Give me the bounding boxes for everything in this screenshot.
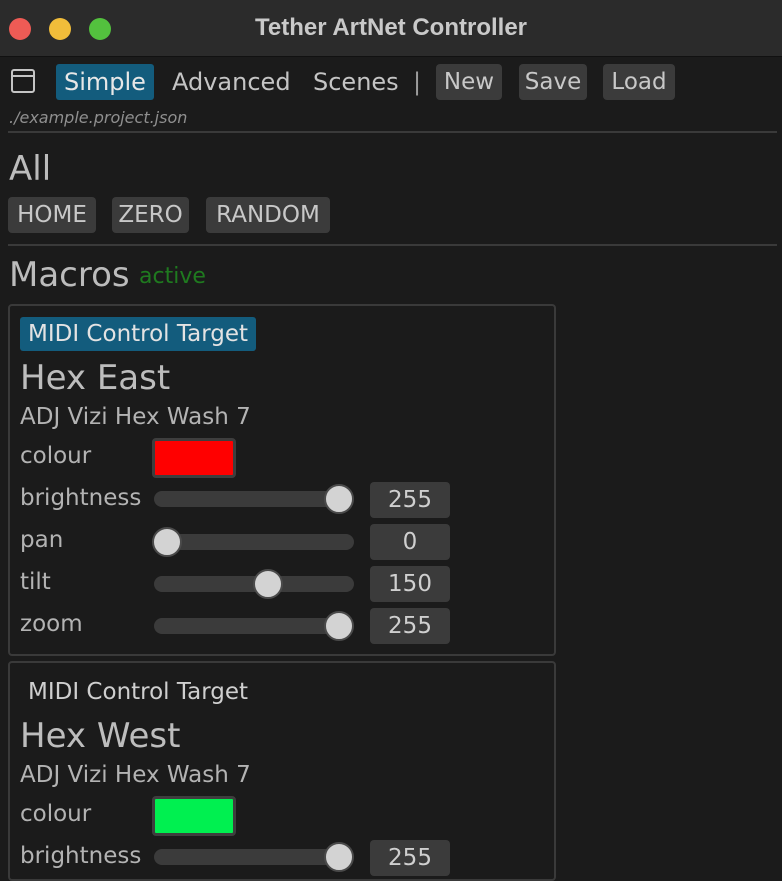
midi-control-target-toggle[interactable]: MIDI Control Target <box>20 317 257 351</box>
zoom-label: zoom <box>20 611 83 637</box>
device-panel <box>8 304 556 656</box>
macros-status: active <box>139 264 206 289</box>
tab-advanced[interactable]: Advanced <box>164 64 299 100</box>
tab-simple[interactable]: Simple <box>56 64 154 100</box>
device-name: Hex West <box>20 716 181 756</box>
tilt-slider-handle[interactable] <box>253 569 283 599</box>
zoom-value[interactable]: 255 <box>370 608 450 644</box>
device-model: ADJ Vizi Hex Wash 7 <box>20 762 251 788</box>
divider <box>8 131 777 133</box>
window-title: Tether ArtNet Controller <box>254 14 527 41</box>
device-name: Hex East <box>20 358 171 398</box>
brightness-value[interactable]: 255 <box>370 840 450 876</box>
title-bar: Tether ArtNet Controller <box>0 0 782 57</box>
midi-control-target-toggle[interactable]: MIDI Control Target <box>20 675 256 709</box>
window-icon[interactable] <box>11 69 35 93</box>
zero-button[interactable]: ZERO <box>112 197 189 233</box>
brightness-label: brightness <box>20 843 142 869</box>
load-button[interactable]: Load <box>603 64 675 100</box>
save-button[interactable]: Save <box>519 64 587 100</box>
home-button[interactable]: HOME <box>8 197 96 233</box>
brightness-slider-handle[interactable] <box>324 484 354 514</box>
tilt-value[interactable]: 150 <box>370 566 450 602</box>
zoom-slider-handle[interactable] <box>324 611 354 641</box>
pan-label: pan <box>20 527 64 553</box>
random-button[interactable]: RANDOM <box>206 197 330 233</box>
nav-separator: | <box>413 68 422 96</box>
brightness-slider-handle[interactable] <box>324 842 354 872</box>
divider <box>8 244 777 246</box>
macros-heading: Macros <box>9 255 130 295</box>
pan-slider-handle[interactable] <box>152 527 182 557</box>
tab-scenes[interactable]: Scenes <box>305 64 407 100</box>
brightness-label: brightness <box>20 485 142 511</box>
colour-label: colour <box>20 443 92 469</box>
project-path: ./example.project.json <box>9 108 188 127</box>
colour-swatch[interactable] <box>152 796 236 836</box>
tilt-label: tilt <box>20 569 51 595</box>
new-button[interactable]: New <box>436 64 502 100</box>
pan-slider[interactable] <box>154 534 354 550</box>
all-heading: All <box>9 149 52 189</box>
brightness-value[interactable]: 255 <box>370 482 450 518</box>
colour-swatch[interactable] <box>152 438 236 478</box>
pan-value[interactable]: 0 <box>370 524 450 560</box>
device-model: ADJ Vizi Hex Wash 7 <box>20 404 251 430</box>
colour-label: colour <box>20 801 92 827</box>
